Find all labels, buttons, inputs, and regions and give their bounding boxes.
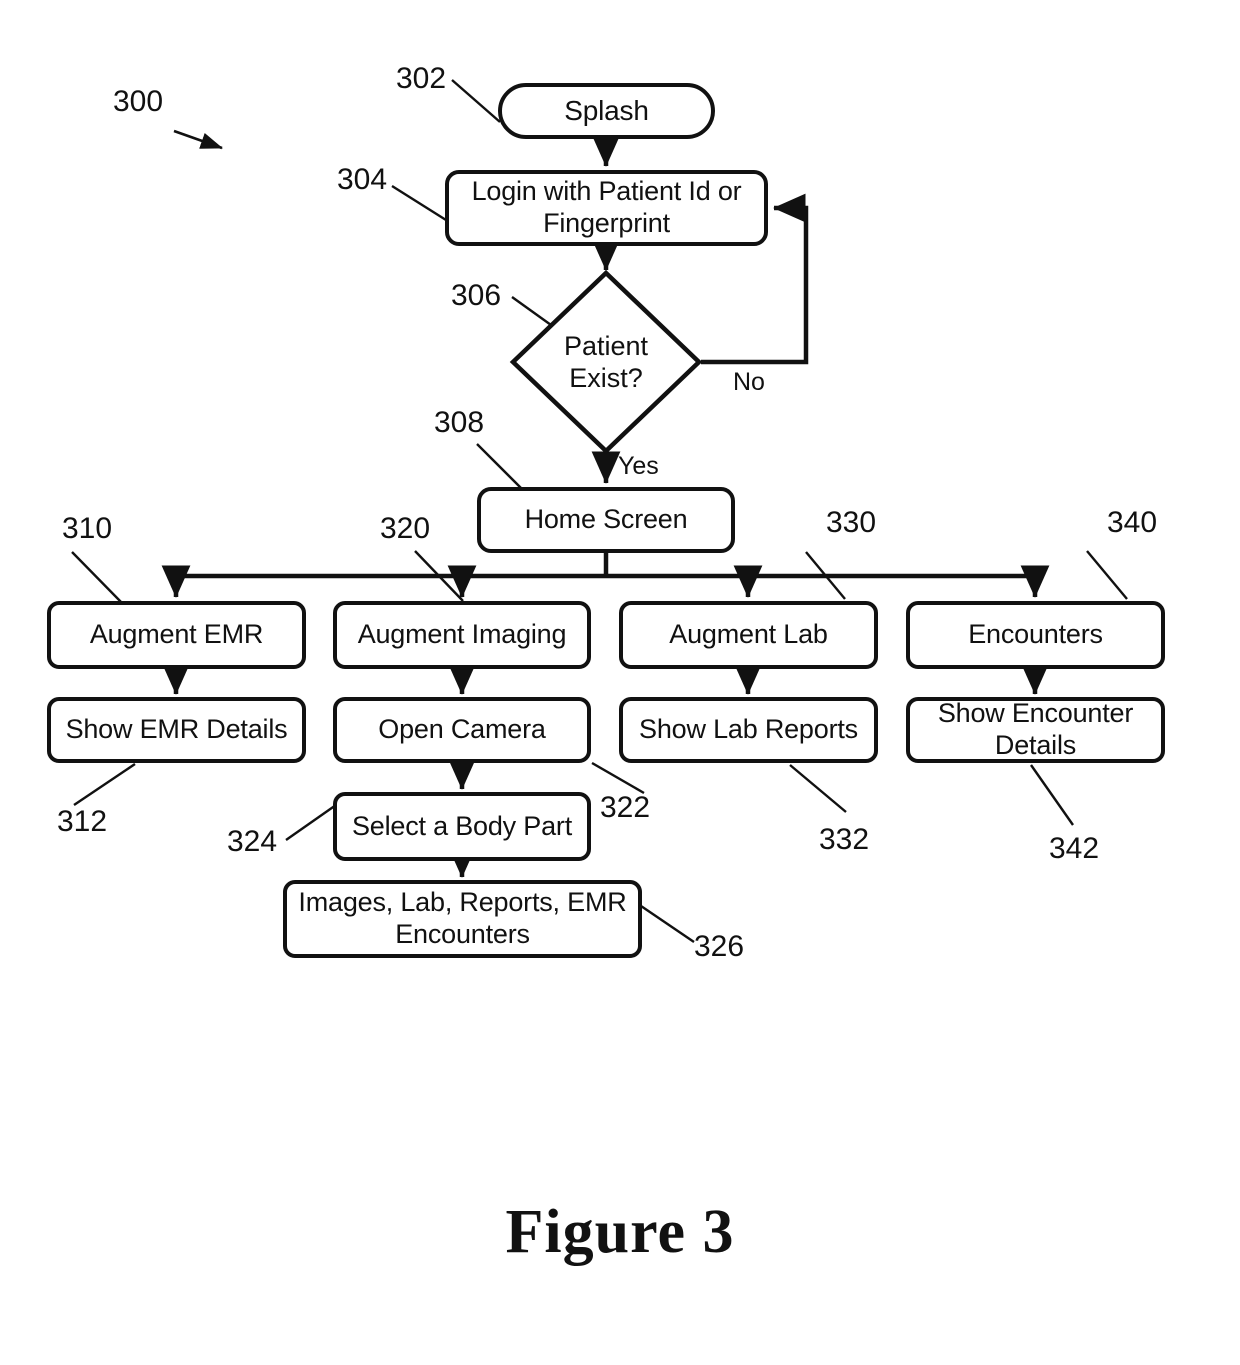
leader-340 <box>1086 550 1128 600</box>
ref-numeral-300: 300 <box>113 85 164 118</box>
node-show-emr-details-label: Show EMR Details <box>65 714 288 745</box>
edge-label-no: No <box>733 368 765 396</box>
pointer-300 <box>173 129 223 150</box>
node-open-camera-label: Open Camera <box>378 714 546 745</box>
node-select-body-part-label: Select a Body Part <box>351 810 573 841</box>
node-augment-imaging-label: Augment Imaging <box>357 619 567 650</box>
ref-numeral-324: 324 <box>227 825 278 858</box>
node-select-body-part[interactable]: Select a Body Part <box>333 792 591 861</box>
leader-342 <box>1030 764 1074 826</box>
node-home-screen-label: Home Screen <box>524 504 688 535</box>
figure-caption: Figure 3 <box>505 1198 735 1266</box>
node-images-lab-reports-emr-encounters[interactable]: Images, Lab, Reports, EMR Encounters <box>283 880 642 958</box>
node-show-encounter-details[interactable]: Show Encounter Details <box>906 697 1165 763</box>
ref-numeral-304: 304 <box>337 163 388 196</box>
node-augment-imaging[interactable]: Augment Imaging <box>333 601 591 669</box>
node-show-emr-details[interactable]: Show EMR Details <box>47 697 306 763</box>
edge-label-yes: Yes <box>618 452 659 480</box>
node-open-camera[interactable]: Open Camera <box>333 697 591 763</box>
node-home-screen[interactable]: Home Screen <box>477 487 735 553</box>
ref-numeral-312: 312 <box>57 805 108 838</box>
ref-numeral-342: 342 <box>1049 832 1100 865</box>
figure-page: Splash Login with Patient Id or Fingerpr… <box>0 0 1240 1365</box>
node-show-lab-reports[interactable]: Show Lab Reports <box>619 697 878 763</box>
node-splash-label: Splash <box>564 95 649 127</box>
node-images-lab-reports-label: Images, Lab, Reports, EMR Encounters <box>298 887 627 949</box>
leader-332 <box>789 764 847 813</box>
node-decision-patient-exist[interactable]: Patient Exist? <box>509 269 703 455</box>
node-augment-emr[interactable]: Augment EMR <box>47 601 306 669</box>
node-augment-lab-label: Augment Lab <box>669 619 828 650</box>
node-augment-lab[interactable]: Augment Lab <box>619 601 878 669</box>
node-login-label: Login with Patient Id or Fingerprint <box>471 176 742 238</box>
ref-numeral-308: 308 <box>434 406 485 439</box>
node-login[interactable]: Login with Patient Id or Fingerprint <box>445 170 768 246</box>
ref-numeral-332: 332 <box>819 823 870 856</box>
leader-302 <box>451 79 501 123</box>
ref-numeral-320: 320 <box>380 512 431 545</box>
node-augment-emr-label: Augment EMR <box>89 619 264 650</box>
leader-322 <box>591 761 645 795</box>
ref-numeral-310: 310 <box>62 512 113 545</box>
node-show-lab-reports-label: Show Lab Reports <box>639 714 858 745</box>
leader-310 <box>71 551 123 604</box>
node-splash[interactable]: Splash <box>498 83 715 139</box>
leader-312 <box>73 763 136 806</box>
node-encounters[interactable]: Encounters <box>906 601 1165 669</box>
ref-numeral-302: 302 <box>396 62 447 95</box>
decision-diamond-shape <box>509 269 703 455</box>
ref-numeral-306: 306 <box>451 279 502 312</box>
ref-numeral-330: 330 <box>826 506 877 539</box>
ref-numeral-322: 322 <box>600 791 651 824</box>
node-show-encounter-details-label: Show Encounter Details <box>937 698 1134 760</box>
ref-numeral-340: 340 <box>1107 506 1158 539</box>
leader-324 <box>285 804 337 841</box>
leader-304 <box>391 184 447 222</box>
ref-numeral-326: 326 <box>694 930 745 963</box>
node-encounters-label: Encounters <box>968 619 1103 650</box>
leader-326 <box>640 905 695 943</box>
